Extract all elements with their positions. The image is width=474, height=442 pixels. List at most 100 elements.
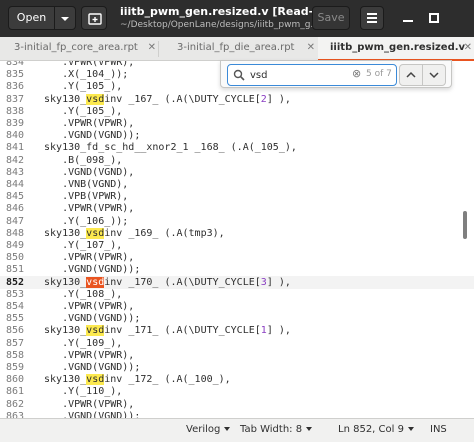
search-field[interactable]: ⊗ 5 of 7 [227,64,397,86]
window-title: iiitb_pwm_gen.resized.v [Read-Only] ~/De… [120,5,346,30]
code-line[interactable]: 837 sky130_vsdinv _167_ (.A(\DUTY_CYCLE[… [0,93,474,106]
code-line[interactable]: 853 .Y(_108_), [0,288,474,301]
tab-label: 3-initial_fp_die_area.rpt [177,42,295,53]
line-number: 851 [6,264,25,276]
code-line[interactable]: 841 sky130_fd_sc_hd__xnor2_1 _168_ (.A(_… [0,141,474,154]
code-line[interactable]: 850 .VPWR(VPWR), [0,251,474,264]
next-match-button[interactable] [422,64,446,86]
code-line[interactable]: 844 .VNB(VGND), [0,178,474,191]
line-code: .Y(_105_), [38,105,122,118]
open-button[interactable]: Open [8,6,55,30]
save-button[interactable]: Save [312,6,350,30]
minimize-button[interactable] [398,8,418,28]
code-line[interactable]: 859 .VGND(VGND)); [0,361,474,374]
chevron-down-icon [61,17,69,21]
scrollbar-thumb[interactable] [463,211,467,239]
line-number: 858 [6,349,25,361]
line-code: .VGND(VGND), [38,166,134,179]
language-selector[interactable]: Verilog [186,419,231,441]
line-number: 840 [6,130,25,142]
code-line[interactable]: 847 .Y(_106_)); [0,215,474,228]
code-line[interactable]: 860 sky130_vsdinv _172_ (.A(_100_), [0,373,474,386]
line-code: .VGND(VGND)); [38,410,140,418]
close-icon[interactable]: ✕ [307,37,315,59]
code-text: .Y(_106_)); [38,215,129,227]
search-match: vsd [86,325,105,337]
maximize-button[interactable] [424,8,444,28]
code-text: .Y(_110_), [38,386,123,398]
code-line[interactable]: 840 .VGND(VGND)); [0,129,474,142]
line-number: 837 [6,93,25,105]
code-text: .Y(_109_), [38,337,123,349]
code-text: .B(_098_), [38,154,123,166]
close-icon[interactable]: ✕ [148,37,156,59]
code-line[interactable]: 848 sky130_vsdinv _169_ (.A(tmp3), [0,227,474,240]
line-number: 850 [6,252,25,264]
code-line[interactable]: 845 .VPB(VPWR), [0,190,474,203]
current-line[interactable]: 852 sky130_vsdinv _170_ (.A(\DUTY_CYCLE[… [0,275,474,289]
line-code: sky130_vsdinv _170_ (.A(\DUTY_CYCLE[3] )… [38,276,291,289]
line-code: sky130_vsdinv _171_ (.A(\DUTY_CYCLE[1] )… [38,324,291,337]
previous-match-button[interactable] [399,64,423,86]
line-number: 852 [6,276,25,288]
menu-button[interactable] [360,6,384,30]
code-line[interactable]: 861 .Y(_110_), [0,385,474,398]
tab-label: 3-initial_fp_core_area.rpt [14,42,138,53]
line-code: sky130_vsdinv _169_ (.A(tmp3), [38,227,225,240]
code-text: sky130_ [38,276,87,288]
tab-width-selector[interactable]: Tab Width: 8 [240,419,313,441]
code-line[interactable]: 851 .VGND(VGND)); [0,263,474,276]
tab-resized-v[interactable]: iiitb_pwm_gen.resized.v ✕ [318,37,474,61]
code-line[interactable]: 842 .B(_098_), [0,154,474,167]
line-number: 853 [6,288,25,300]
cursor-position[interactable]: Ln 852, Col 9 [338,419,414,441]
code-text: sky130_fd_sc_hd__xnor2_1 _168_ (.A(_105_… [38,142,297,154]
code-line[interactable]: 863 .VGND(VGND)); [0,410,474,418]
chevron-down-icon [224,427,231,431]
line-number: 862 [6,398,25,410]
new-tab-button[interactable] [81,6,107,30]
code-text: .VNB(VGND), [38,179,129,190]
code-line[interactable]: 843 .VGND(VGND), [0,166,474,179]
line-code: .Y(_107_), [38,239,122,252]
code-editor[interactable]: 834 .VPWR(VPWR), 835 .X(_104_)); 836 .Y(_1… [0,61,474,418]
code-text: .Y(_107_), [38,240,123,251]
chevron-up-icon [406,71,416,78]
code-text: .VGND(VGND)); [38,264,141,276]
insert-mode: INS [430,419,447,441]
line-number: 839 [6,118,25,129]
code-text: sky130_ [38,325,87,337]
code-line[interactable]: 854 .VPWR(VPWR), [0,300,474,313]
code-text: .VPWR(VPWR), [38,349,135,361]
code-line[interactable]: 858 .VPWR(VPWR), [0,349,474,362]
open-menu-button[interactable] [54,6,76,30]
vertical-scrollbar[interactable] [461,61,469,418]
code-line[interactable]: 862 .VPWR(VPWR), [0,398,474,411]
close-icon[interactable]: ✕ [464,37,472,59]
code-line[interactable]: 838 .Y(_105_), [0,105,474,118]
code-text: inv _171_ (.A(\DUTY_CYCLE[ [104,325,261,337]
code-text: .VPWR(VPWR), [38,118,135,129]
tab-core-area[interactable]: 3-initial_fp_core_area.rpt ✕ [0,37,158,61]
insert-mode-label: INS [430,424,447,435]
code-line[interactable]: 857 .Y(_109_), [0,337,474,350]
line-number: 863 [6,410,25,418]
code-text: .VGND(VGND)); [38,130,141,142]
code-text: inv _172_ (.A(_100_), [104,374,231,386]
code-line[interactable]: 855 .VGND(VGND)); [0,312,474,325]
code-text: .VPWR(VPWR), [38,61,135,68]
clear-search-icon[interactable]: ⊗ [352,67,361,80]
tab-width-label: Tab Width: 8 [240,424,303,435]
code-line[interactable]: 846 .VPWR(VPWR), [0,202,474,215]
code-text: .VPB(VPWR), [38,191,129,203]
code-text: sky130_ [38,93,87,105]
search-input[interactable] [250,67,340,83]
line-number: 857 [6,337,25,349]
line-number: 855 [6,313,25,325]
code-line[interactable]: 849 .Y(_107_), [0,239,474,252]
line-code: .Y(_110_), [38,385,122,398]
code-line[interactable]: 839 .VPWR(VPWR), [0,117,474,130]
line-code: .VGND(VGND)); [38,129,140,142]
tab-die-area[interactable]: 3-initial_fp_die_area.rpt ✕ [159,37,317,61]
code-line[interactable]: 856 sky130_vsdinv _171_ (.A(\DUTY_CYCLE[… [0,324,474,337]
